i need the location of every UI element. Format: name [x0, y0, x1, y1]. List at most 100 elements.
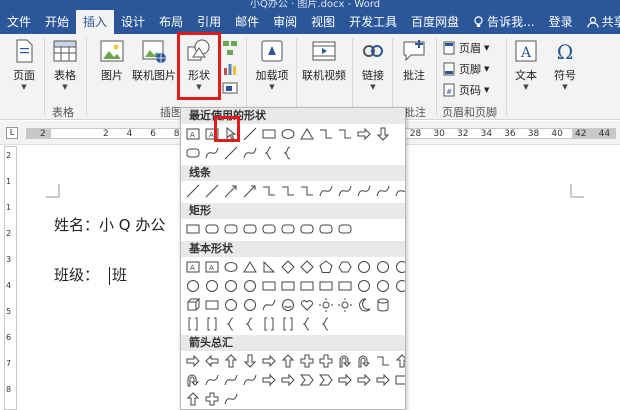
shape-rect-icon[interactable] [280, 278, 296, 294]
shape-bracket-icon[interactable] [280, 316, 296, 332]
footer-button[interactable]: 页脚 ▼ [442, 61, 489, 77]
shape-uarrow-icon[interactable] [280, 353, 296, 369]
shape-rarrow-icon[interactable] [261, 353, 277, 369]
shape-elbow-icon[interactable] [375, 353, 391, 369]
online-picture-button[interactable]: 联机图片 [132, 38, 176, 83]
shape-textbox-icon[interactable]: A [185, 259, 201, 275]
shape-cross-icon[interactable] [318, 353, 334, 369]
shape-rarrow-icon[interactable] [356, 372, 372, 388]
shape-larrow-icon[interactable] [204, 353, 220, 369]
shape-curve-icon[interactable] [204, 372, 220, 388]
shape-rrect-icon[interactable] [261, 221, 277, 237]
shape-uarrow-icon[interactable] [185, 391, 201, 407]
page-number-button[interactable]: # 页码 ▼ [442, 82, 489, 98]
shape-brace-icon[interactable] [223, 316, 239, 332]
shape-arrowline-icon[interactable] [223, 183, 239, 199]
shape-curve-icon[interactable] [223, 372, 239, 388]
shape-brace-icon[interactable] [242, 316, 258, 332]
tab-references[interactable]: 引用 [190, 10, 228, 34]
shape-elbow-icon[interactable] [318, 126, 334, 142]
shape-rarrow-icon[interactable] [356, 126, 372, 142]
shape-smile-icon[interactable] [280, 297, 296, 313]
shape-sun-icon[interactable] [337, 297, 353, 313]
screenshot-icon[interactable] [222, 80, 238, 96]
picture-button[interactable]: 图片 [94, 38, 130, 83]
shape-curve-icon[interactable] [223, 391, 239, 407]
header-button[interactable]: 页眉 ▼ [442, 40, 489, 56]
shape-textbox-icon[interactable]: A [204, 259, 220, 275]
shape-diamond-icon[interactable] [280, 259, 296, 275]
shape-line-icon[interactable] [242, 126, 258, 142]
shape-rrect-icon[interactable] [242, 221, 258, 237]
shape-rarrow-icon[interactable] [185, 353, 201, 369]
shape-rect-icon[interactable] [299, 278, 315, 294]
shape-cross-icon[interactable] [204, 391, 220, 407]
shape-rrect-icon[interactable] [185, 145, 201, 161]
shape-circle-icon[interactable] [394, 259, 405, 275]
text-button[interactable]: A 文本 ▼ [510, 38, 542, 91]
shape-cube-icon[interactable] [185, 297, 201, 313]
shape-rect-icon[interactable] [204, 297, 220, 313]
shape-chevron-icon[interactable] [299, 372, 315, 388]
shape-brace-icon[interactable] [318, 316, 334, 332]
tell-me-box[interactable]: 告诉我... [466, 10, 541, 34]
shape-rrect-icon[interactable] [337, 221, 353, 237]
shape-rect-icon[interactable] [261, 126, 277, 142]
shape-curve-icon[interactable] [394, 183, 405, 199]
shape-line-icon[interactable] [223, 145, 239, 161]
share-button[interactable]: 共享 [580, 10, 620, 34]
shape-oval-icon[interactable] [223, 259, 239, 275]
tab-developer[interactable]: 开发工具 [342, 10, 404, 34]
shape-rrect-icon[interactable] [299, 221, 315, 237]
shapes-button[interactable]: 形状 ▼ [181, 38, 217, 91]
shape-curve-icon[interactable] [242, 372, 258, 388]
shape-elbow-icon[interactable] [280, 183, 296, 199]
shape-textbox-icon[interactable]: A [185, 126, 201, 142]
shape-rect-icon[interactable] [185, 221, 201, 237]
shape-circle-icon[interactable] [356, 278, 372, 294]
shape-circle-icon[interactable] [185, 278, 201, 294]
shape-heart-icon[interactable] [299, 297, 315, 313]
login-button[interactable]: 登录 [542, 10, 580, 34]
shape-tri-icon[interactable] [299, 126, 315, 142]
shape-rrect-icon[interactable] [204, 221, 220, 237]
shape-bracket-icon[interactable] [185, 316, 201, 332]
shape-cursor-icon[interactable] [223, 126, 239, 142]
tab-view[interactable]: 视图 [304, 10, 342, 34]
tab-layout[interactable]: 布局 [152, 10, 190, 34]
shape-curve-icon[interactable] [242, 145, 258, 161]
shape-circle-icon[interactable] [242, 278, 258, 294]
shape-circle-icon[interactable] [223, 278, 239, 294]
online-video-button[interactable]: 联机视频 [300, 38, 348, 83]
tab-insert[interactable]: 插入 [76, 10, 115, 34]
shape-bracket-icon[interactable] [204, 316, 220, 332]
link-button[interactable]: 链接 ▼ [356, 38, 390, 91]
shape-oval-icon[interactable] [280, 126, 296, 142]
tab-review[interactable]: 审阅 [266, 10, 304, 34]
shape-sun-icon[interactable] [318, 297, 334, 313]
shape-curve-icon[interactable] [204, 145, 220, 161]
table-button[interactable]: 表格 ▼ [48, 38, 82, 91]
shape-line-icon[interactable] [204, 183, 220, 199]
tab-selector[interactable]: L [6, 127, 18, 139]
tab-baidu-netdisk[interactable]: 百度网盘 [404, 10, 466, 34]
tab-file[interactable]: 文件 [0, 10, 38, 34]
shape-cross-icon[interactable] [299, 353, 315, 369]
shape-cyl-icon[interactable] [375, 297, 391, 313]
shape-uturn-icon[interactable] [337, 353, 353, 369]
shape-rect-icon[interactable] [318, 278, 334, 294]
shape-diamond-icon[interactable] [299, 259, 315, 275]
shape-rect-icon[interactable] [337, 278, 353, 294]
smartart-icon[interactable] [222, 40, 238, 56]
shape-uturn-icon[interactable] [356, 353, 372, 369]
shape-textbox-icon[interactable]: A [204, 126, 220, 142]
shape-circle-icon[interactable] [242, 297, 258, 313]
shape-brace-icon[interactable] [299, 316, 315, 332]
shape-circle-icon[interactable] [223, 297, 239, 313]
shape-circle-icon[interactable] [204, 278, 220, 294]
chart-icon[interactable] [222, 60, 238, 76]
shape-rect-icon[interactable] [394, 372, 405, 388]
shape-darrow-icon[interactable] [242, 353, 258, 369]
shape-rrect-icon[interactable] [280, 221, 296, 237]
shape-rect-icon[interactable] [261, 278, 277, 294]
